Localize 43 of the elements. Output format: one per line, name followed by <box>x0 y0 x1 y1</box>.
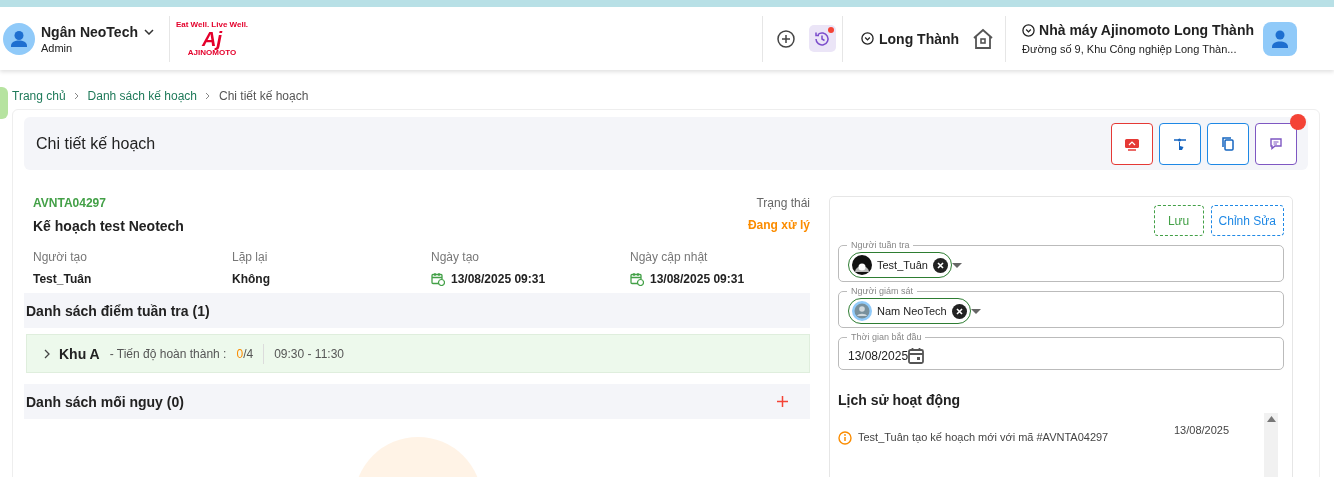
field-value: Không <box>232 272 270 286</box>
section-title: Danh sách điểm tuần tra (1) <box>26 302 211 319</box>
factory-address: Đường số 9, Khu Công nghiệp Long Thàn... <box>1022 43 1238 55</box>
date-field[interactable]: Thời gian bắt đầu 13/08/2025 <box>838 332 1284 370</box>
company-logo: Eat Well. Live Well. Aj AJINOMOTO <box>174 20 250 57</box>
field-label: Ngày cập nhật <box>630 250 709 264</box>
checkpoint-row[interactable]: Khu A - Tiến độ hoàn thành : 0/4 09:30 - 11:30 <box>26 334 810 373</box>
history-text: Test_Tuân tạo kế hoạch mới với mã #AVNTA04297 <box>858 431 1110 443</box>
status-value: Đang xử lý <box>747 218 810 232</box>
field-label: Thời gian bắt đầu <box>850 332 923 342</box>
select-field[interactable]: Người tuần tra Test_Tuân <box>838 240 1284 282</box>
progress-label: - Tiến độ hoàn thành : <box>109 346 227 361</box>
chip-label: Test_Tuân <box>877 259 928 271</box>
date-value: 13/08/2025 <box>848 349 909 363</box>
field-value: 13/08/2025 09:31 <box>650 272 745 286</box>
plan-name: Kế hoạch test Neotech <box>33 218 184 234</box>
field-label: Ngày tạo <box>431 250 481 264</box>
field-label: Người tạo <box>33 250 88 264</box>
edit-button[interactable]: Chỉnh Sửa <box>1210 205 1284 236</box>
page-title: Chi tiết kế hoạch <box>36 134 157 153</box>
field-label: Người tuần tra <box>850 240 911 250</box>
field-value: Test_Tuân <box>33 272 92 286</box>
time-range: 09:30 - 11:30 <box>274 346 344 361</box>
field-value: 13/08/2025 09:31 <box>451 272 546 286</box>
status-label: Trạng thái <box>756 196 810 210</box>
field-label: Người giám sát <box>850 286 914 296</box>
user-role: Admin <box>41 41 74 54</box>
plan-code: AVNTA04297 <box>33 196 107 210</box>
section-title: Danh sách mối nguy (0) <box>26 393 185 410</box>
progress-total: /4 <box>243 346 254 361</box>
history-title: Lịch sử hoạt động <box>838 392 962 408</box>
area-selector[interactable]: Long Thành <box>879 30 960 47</box>
user-name[interactable]: Ngân NeoTech <box>41 23 138 40</box>
select-field[interactable]: Người giám sát Nam NeoTech <box>838 286 1284 328</box>
breadcrumb-link[interactable]: Danh sách kế hoạch <box>87 89 197 103</box>
breadcrumb-link[interactable]: Chi tiết kế hoạch <box>219 89 309 103</box>
breadcrumb-link[interactable]: Trang chủ <box>12 89 66 103</box>
checkpoint-name: Khu A <box>59 345 100 362</box>
history-date: 13/08/2025 <box>1174 424 1231 436</box>
progress-done: 0 <box>236 346 244 361</box>
factory-name[interactable]: Nhà máy Ajinomoto Long Thành <box>1039 22 1254 38</box>
field-label: Lặp lại <box>232 250 269 264</box>
chip-label: Nam NeoTech <box>877 305 947 317</box>
